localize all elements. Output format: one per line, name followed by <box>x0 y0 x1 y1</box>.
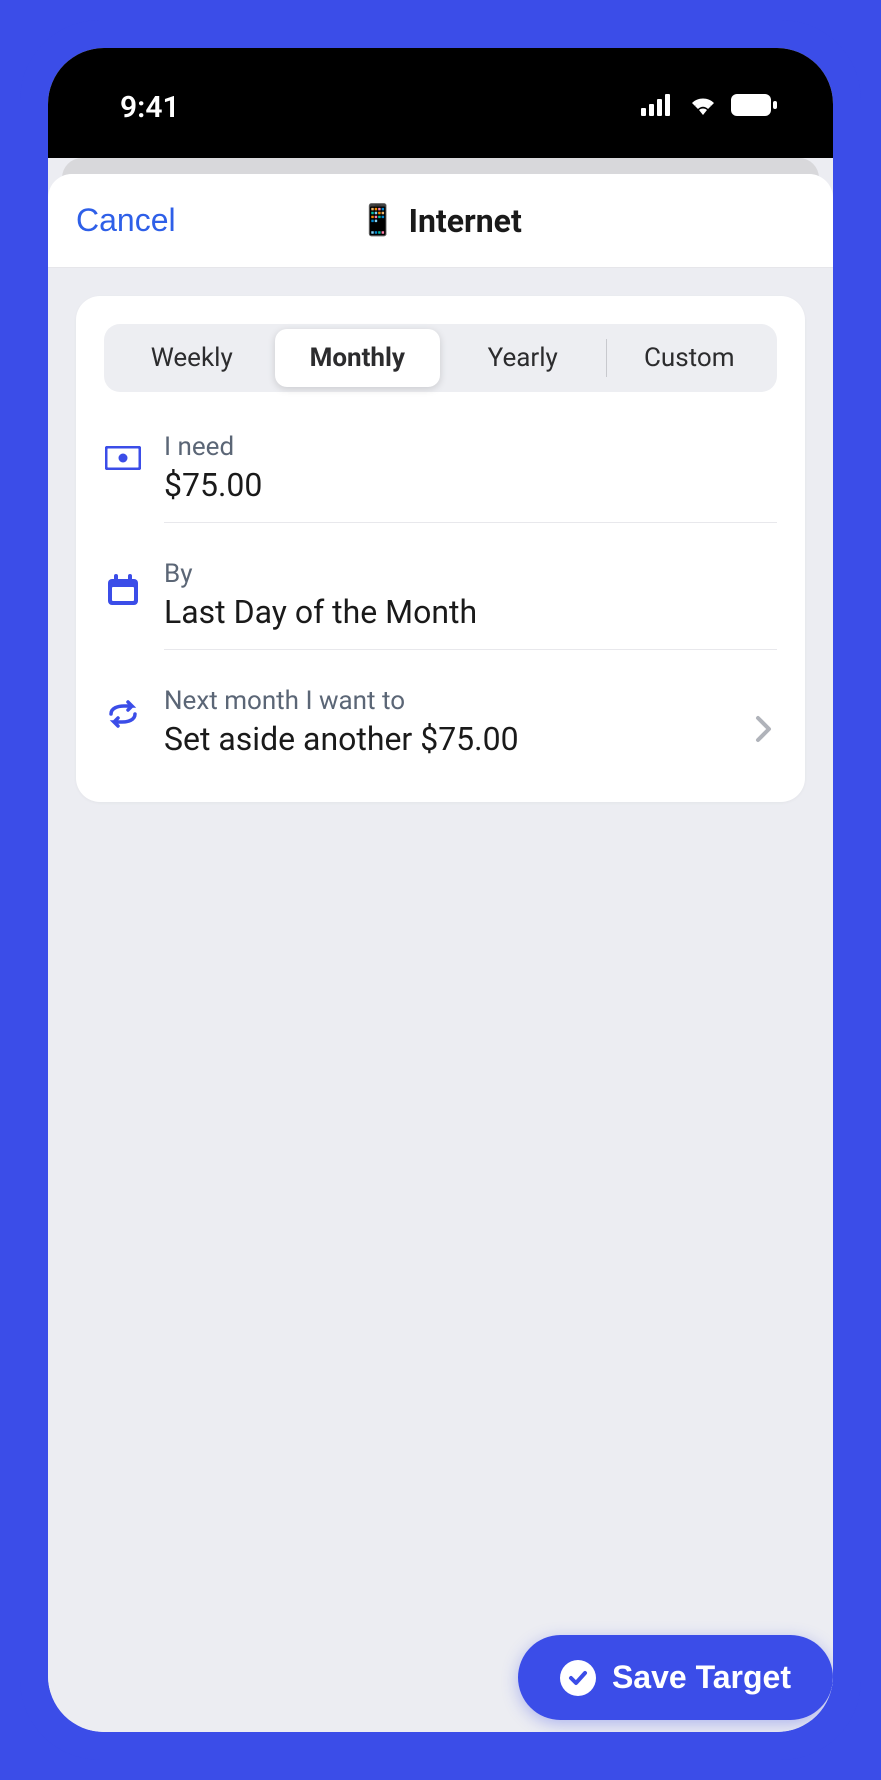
amount-label: I need <box>164 432 777 462</box>
save-target-label: Save Target <box>612 1659 791 1696</box>
sheet-content: Weekly Monthly Yearly Custom I need $75.… <box>48 268 833 1732</box>
cellular-icon <box>641 94 675 120</box>
repeat-icon <box>104 686 142 728</box>
page-title: Internet <box>409 202 522 240</box>
row-amount[interactable]: I need $75.00 <box>76 414 805 541</box>
next-value: Set aside another $75.00 <box>164 720 777 758</box>
by-value: Last Day of the Month <box>164 593 777 631</box>
segment-yearly[interactable]: Yearly <box>440 329 606 387</box>
screen: 9:41 Cancel 📱 Internet <box>48 48 833 1732</box>
wifi-icon <box>687 94 719 120</box>
check-circle-icon <box>560 1660 596 1696</box>
modal-sheet: Cancel 📱 Internet Weekly Monthly Yearly … <box>48 174 833 1732</box>
status-icons <box>641 94 777 120</box>
target-card: Weekly Monthly Yearly Custom I need $75.… <box>76 296 805 802</box>
frequency-segmented-control: Weekly Monthly Yearly Custom <box>104 324 777 392</box>
calendar-icon <box>104 559 142 607</box>
segment-weekly[interactable]: Weekly <box>109 329 275 387</box>
amount-value: $75.00 <box>164 466 777 504</box>
next-label: Next month I want to <box>164 686 777 716</box>
status-time: 9:41 <box>120 90 180 125</box>
row-by-date[interactable]: By Last Day of the Month <box>76 541 805 668</box>
segment-custom[interactable]: Custom <box>607 329 773 387</box>
by-label: By <box>164 559 777 589</box>
sheet-header: Cancel 📱 Internet <box>48 174 833 268</box>
cancel-button[interactable]: Cancel <box>76 202 176 239</box>
row-next-month[interactable]: Next month I want to Set aside another $… <box>76 668 805 794</box>
save-target-button[interactable]: Save Target <box>518 1635 833 1720</box>
chevron-right-icon <box>755 715 773 747</box>
device-frame: 9:41 Cancel 📱 Internet <box>20 20 861 1760</box>
status-bar: 9:41 <box>48 48 833 158</box>
battery-icon <box>731 94 777 120</box>
segment-monthly[interactable]: Monthly <box>275 329 441 387</box>
money-icon <box>104 432 142 470</box>
category-emoji-icon: 📱 <box>359 203 396 238</box>
header-title-group: 📱 Internet <box>359 202 522 240</box>
